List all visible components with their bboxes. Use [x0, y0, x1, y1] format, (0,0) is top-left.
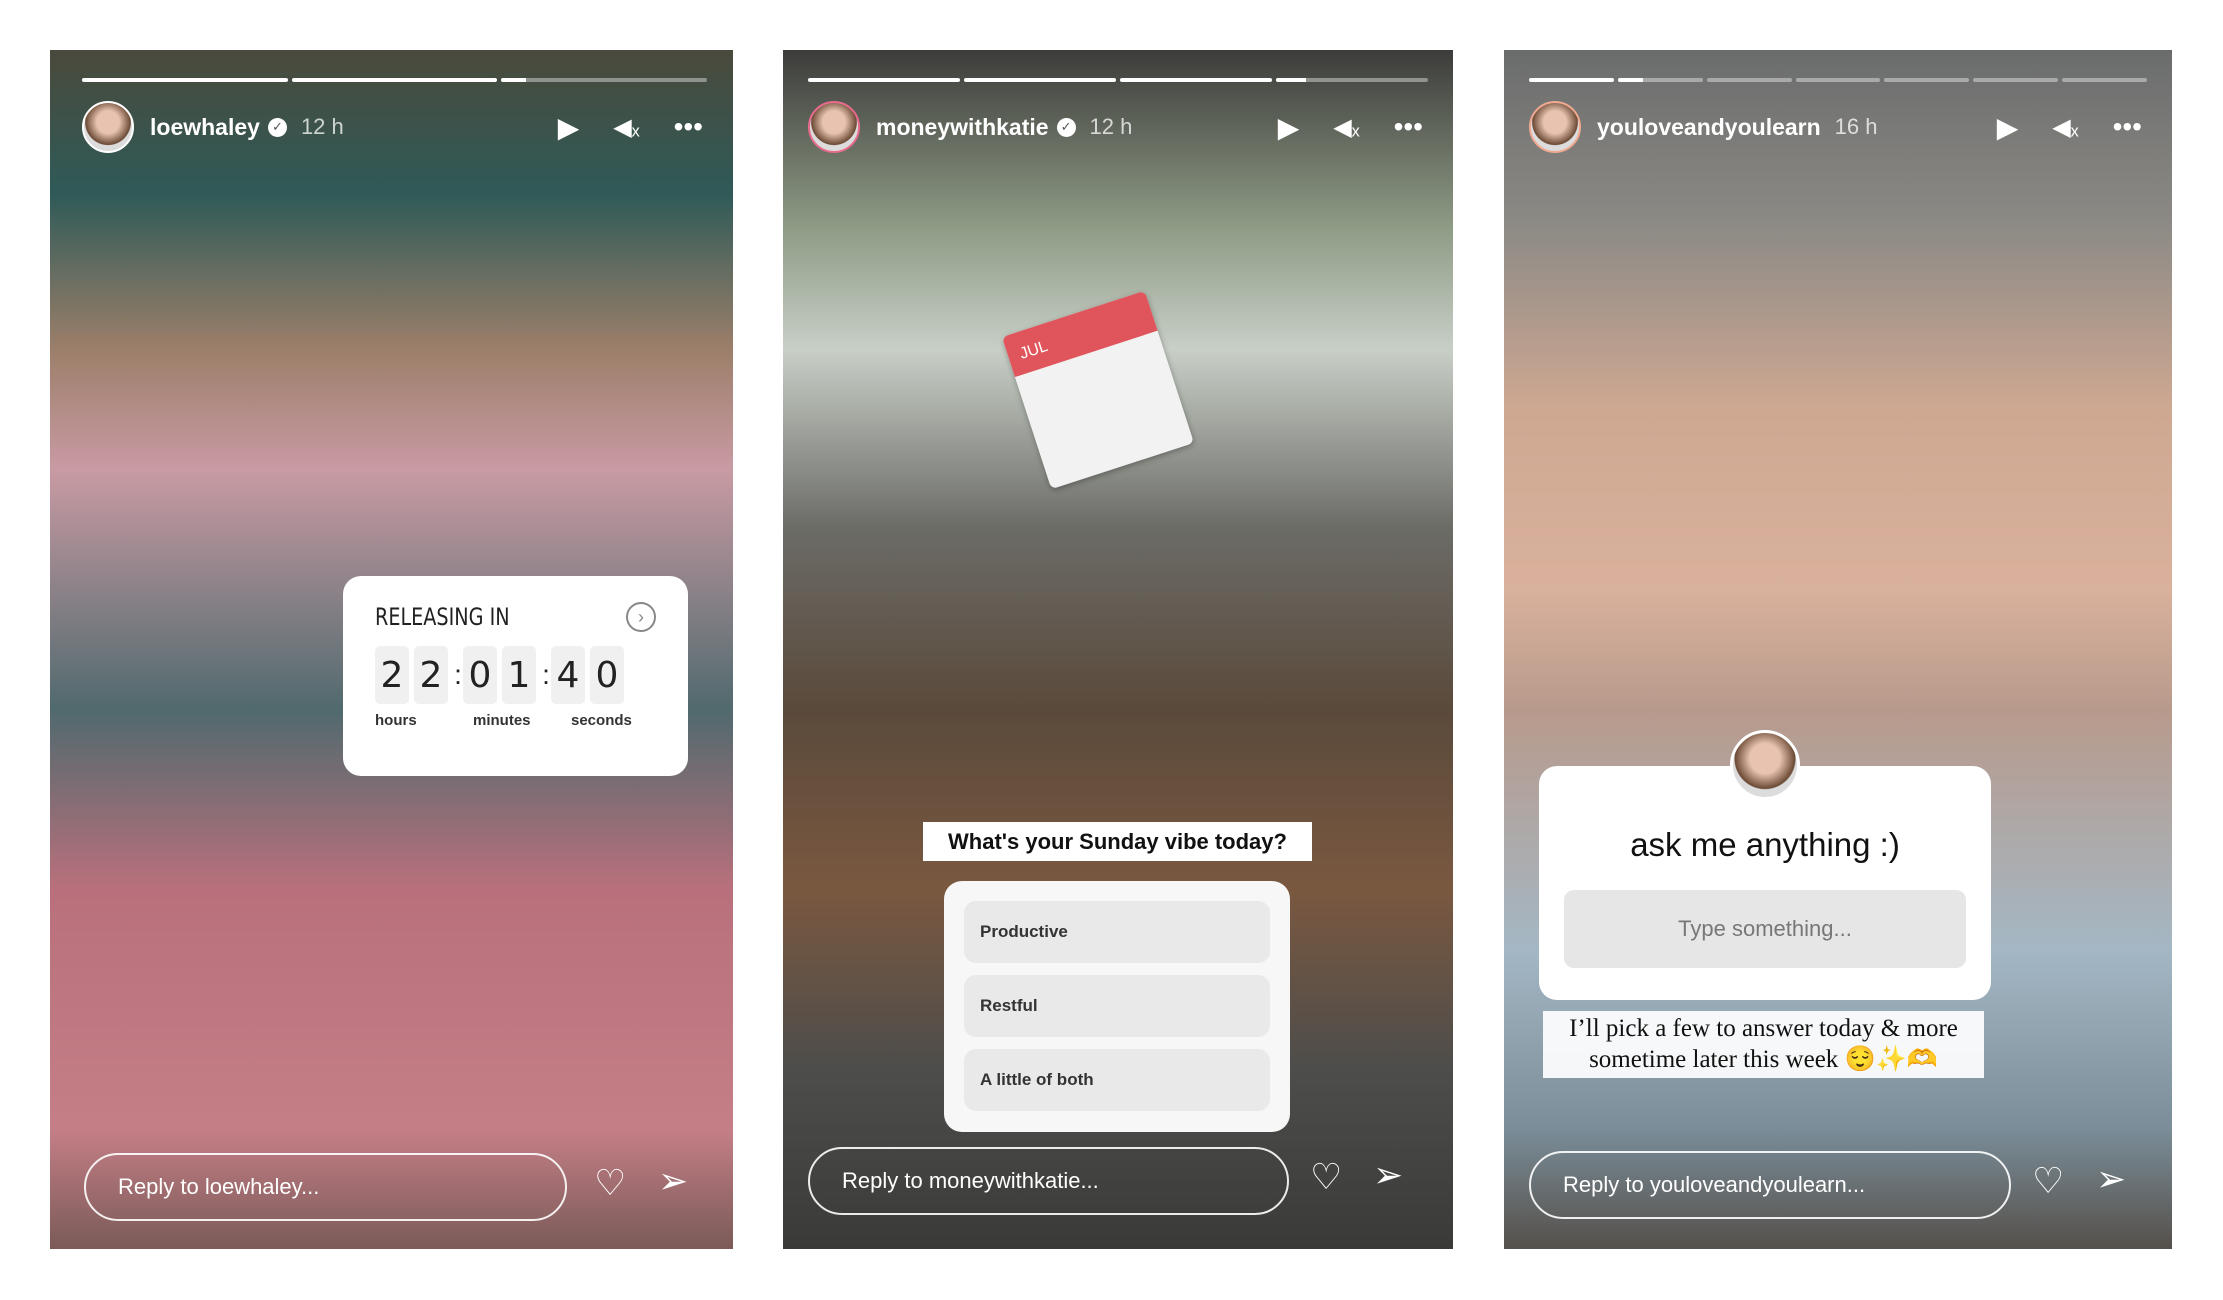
- play-icon[interactable]: ▶: [1278, 111, 1300, 144]
- countdown-title: RELEASING IN: [375, 603, 510, 631]
- username[interactable]: youloveandyoulearn: [1597, 114, 1821, 141]
- seconds-label: seconds: [571, 712, 632, 729]
- story-header: loewhaley ✓ 12 h ▶ ◀ₓ •••: [82, 100, 703, 154]
- reply-input[interactable]: Reply to moneywithkatie...: [808, 1147, 1289, 1215]
- digit: 0: [463, 646, 497, 704]
- progress-segment: [501, 78, 708, 82]
- digit: 2: [414, 646, 448, 704]
- progress-segment: [1529, 78, 1614, 82]
- minutes-label: minutes: [473, 712, 531, 729]
- story-header: youloveandyoulearn 16 h ▶ ◀ₓ •••: [1529, 100, 2142, 154]
- progress-fill: [82, 78, 288, 82]
- verified-icon: ✓: [1056, 117, 1076, 137]
- progress-fill: [1529, 78, 1614, 82]
- story-moneywithkatie[interactable]: moneywithkatie ✓ 12 h ▶ ◀ₓ ••• JUL What's …: [783, 50, 1453, 1249]
- sticker-avatar: [1730, 730, 1800, 800]
- progress-bars: [808, 78, 1428, 82]
- digit: 2: [375, 646, 409, 704]
- question-input[interactable]: Type something...: [1564, 890, 1966, 968]
- calendar-sticker: JUL: [1001, 290, 1195, 490]
- reply-input[interactable]: Reply to youloveandyoulearn...: [1529, 1151, 2011, 1219]
- progress-fill: [1617, 78, 1644, 82]
- question-prompt: ask me anything :): [1630, 826, 1900, 863]
- avatar[interactable]: [1529, 101, 1581, 153]
- progress-bars: [1529, 78, 2148, 82]
- story-youloveandyoulearn[interactable]: youloveandyoulearn 16 h ▶ ◀ₓ ••• ask me an…: [1504, 50, 2172, 1249]
- username[interactable]: moneywithkatie: [876, 114, 1049, 141]
- avatar[interactable]: [808, 101, 860, 153]
- calendar-month: JUL: [1001, 290, 1158, 378]
- countdown-sticker[interactable]: RELEASING IN › 2 2 : 0 1 : 4 0 hours min…: [343, 576, 688, 776]
- send-icon[interactable]: ➢: [1373, 1154, 1403, 1196]
- avatar[interactable]: [82, 101, 134, 153]
- heart-icon[interactable]: ♡: [2032, 1160, 2064, 1202]
- progress-segment: [1120, 78, 1272, 82]
- progress-fill: [501, 78, 527, 82]
- reply-input[interactable]: Reply to loewhaley...: [84, 1153, 567, 1221]
- timestamp: 12 h: [1089, 114, 1133, 139]
- story-loewhaley[interactable]: loewhaley ✓ 12 h ▶ ◀ₓ ••• RELEASING IN › 2…: [50, 50, 733, 1249]
- poll-question: What's your Sunday vibe today?: [923, 822, 1312, 861]
- send-icon[interactable]: ➢: [2096, 1158, 2126, 1200]
- progress-segment: [2062, 78, 2148, 82]
- digit: 4: [551, 646, 585, 704]
- progress-segment: [1884, 78, 1970, 82]
- caption-text: I’ll pick a few to answer today & more s…: [1543, 1011, 1984, 1078]
- progress-segment: [1973, 78, 2059, 82]
- poll-sticker: Productive Restful A little of both: [944, 881, 1290, 1132]
- progress-segment: [291, 78, 498, 82]
- progress-bars: [82, 78, 708, 82]
- digit: 1: [502, 646, 536, 704]
- heart-icon[interactable]: ♡: [1310, 1156, 1342, 1198]
- progress-segment: [808, 78, 960, 82]
- question-sticker[interactable]: ask me anything :) Type something...: [1539, 730, 1991, 1000]
- progress-fill: [291, 78, 498, 82]
- progress-segment: [964, 78, 1116, 82]
- story-header: moneywithkatie ✓ 12 h ▶ ◀ₓ •••: [808, 100, 1423, 154]
- mute-icon[interactable]: ◀ₓ: [613, 113, 639, 142]
- progress-fill: [1120, 78, 1272, 82]
- verified-icon: ✓: [267, 117, 287, 137]
- progress-segment: [1795, 78, 1881, 82]
- heart-icon[interactable]: ♡: [594, 1162, 626, 1204]
- poll-option[interactable]: Restful: [964, 975, 1270, 1037]
- poll-option[interactable]: A little of both: [964, 1049, 1270, 1111]
- mute-icon[interactable]: ◀ₓ: [2052, 113, 2078, 142]
- progress-segment: [1706, 78, 1792, 82]
- more-icon[interactable]: •••: [674, 111, 703, 143]
- hours-label: hours: [375, 712, 417, 729]
- chevron-right-icon[interactable]: ›: [626, 602, 656, 632]
- play-icon[interactable]: ▶: [1997, 111, 2019, 144]
- poll-option[interactable]: Productive: [964, 901, 1270, 963]
- progress-fill: [964, 78, 1116, 82]
- progress-segment: [1617, 78, 1703, 82]
- progress-segment: [82, 78, 288, 82]
- progress-segment: [1276, 78, 1428, 82]
- username[interactable]: loewhaley: [150, 114, 260, 141]
- timestamp: 12 h: [300, 114, 344, 139]
- digit: 0: [590, 646, 624, 704]
- more-icon[interactable]: •••: [2113, 111, 2142, 143]
- send-icon[interactable]: ➢: [658, 1160, 688, 1202]
- play-icon[interactable]: ▶: [558, 111, 580, 144]
- progress-fill: [808, 78, 960, 82]
- timestamp: 16 h: [1834, 114, 1878, 139]
- progress-fill: [1276, 78, 1307, 82]
- more-icon[interactable]: •••: [1394, 111, 1423, 143]
- mute-icon[interactable]: ◀ₓ: [1333, 113, 1359, 142]
